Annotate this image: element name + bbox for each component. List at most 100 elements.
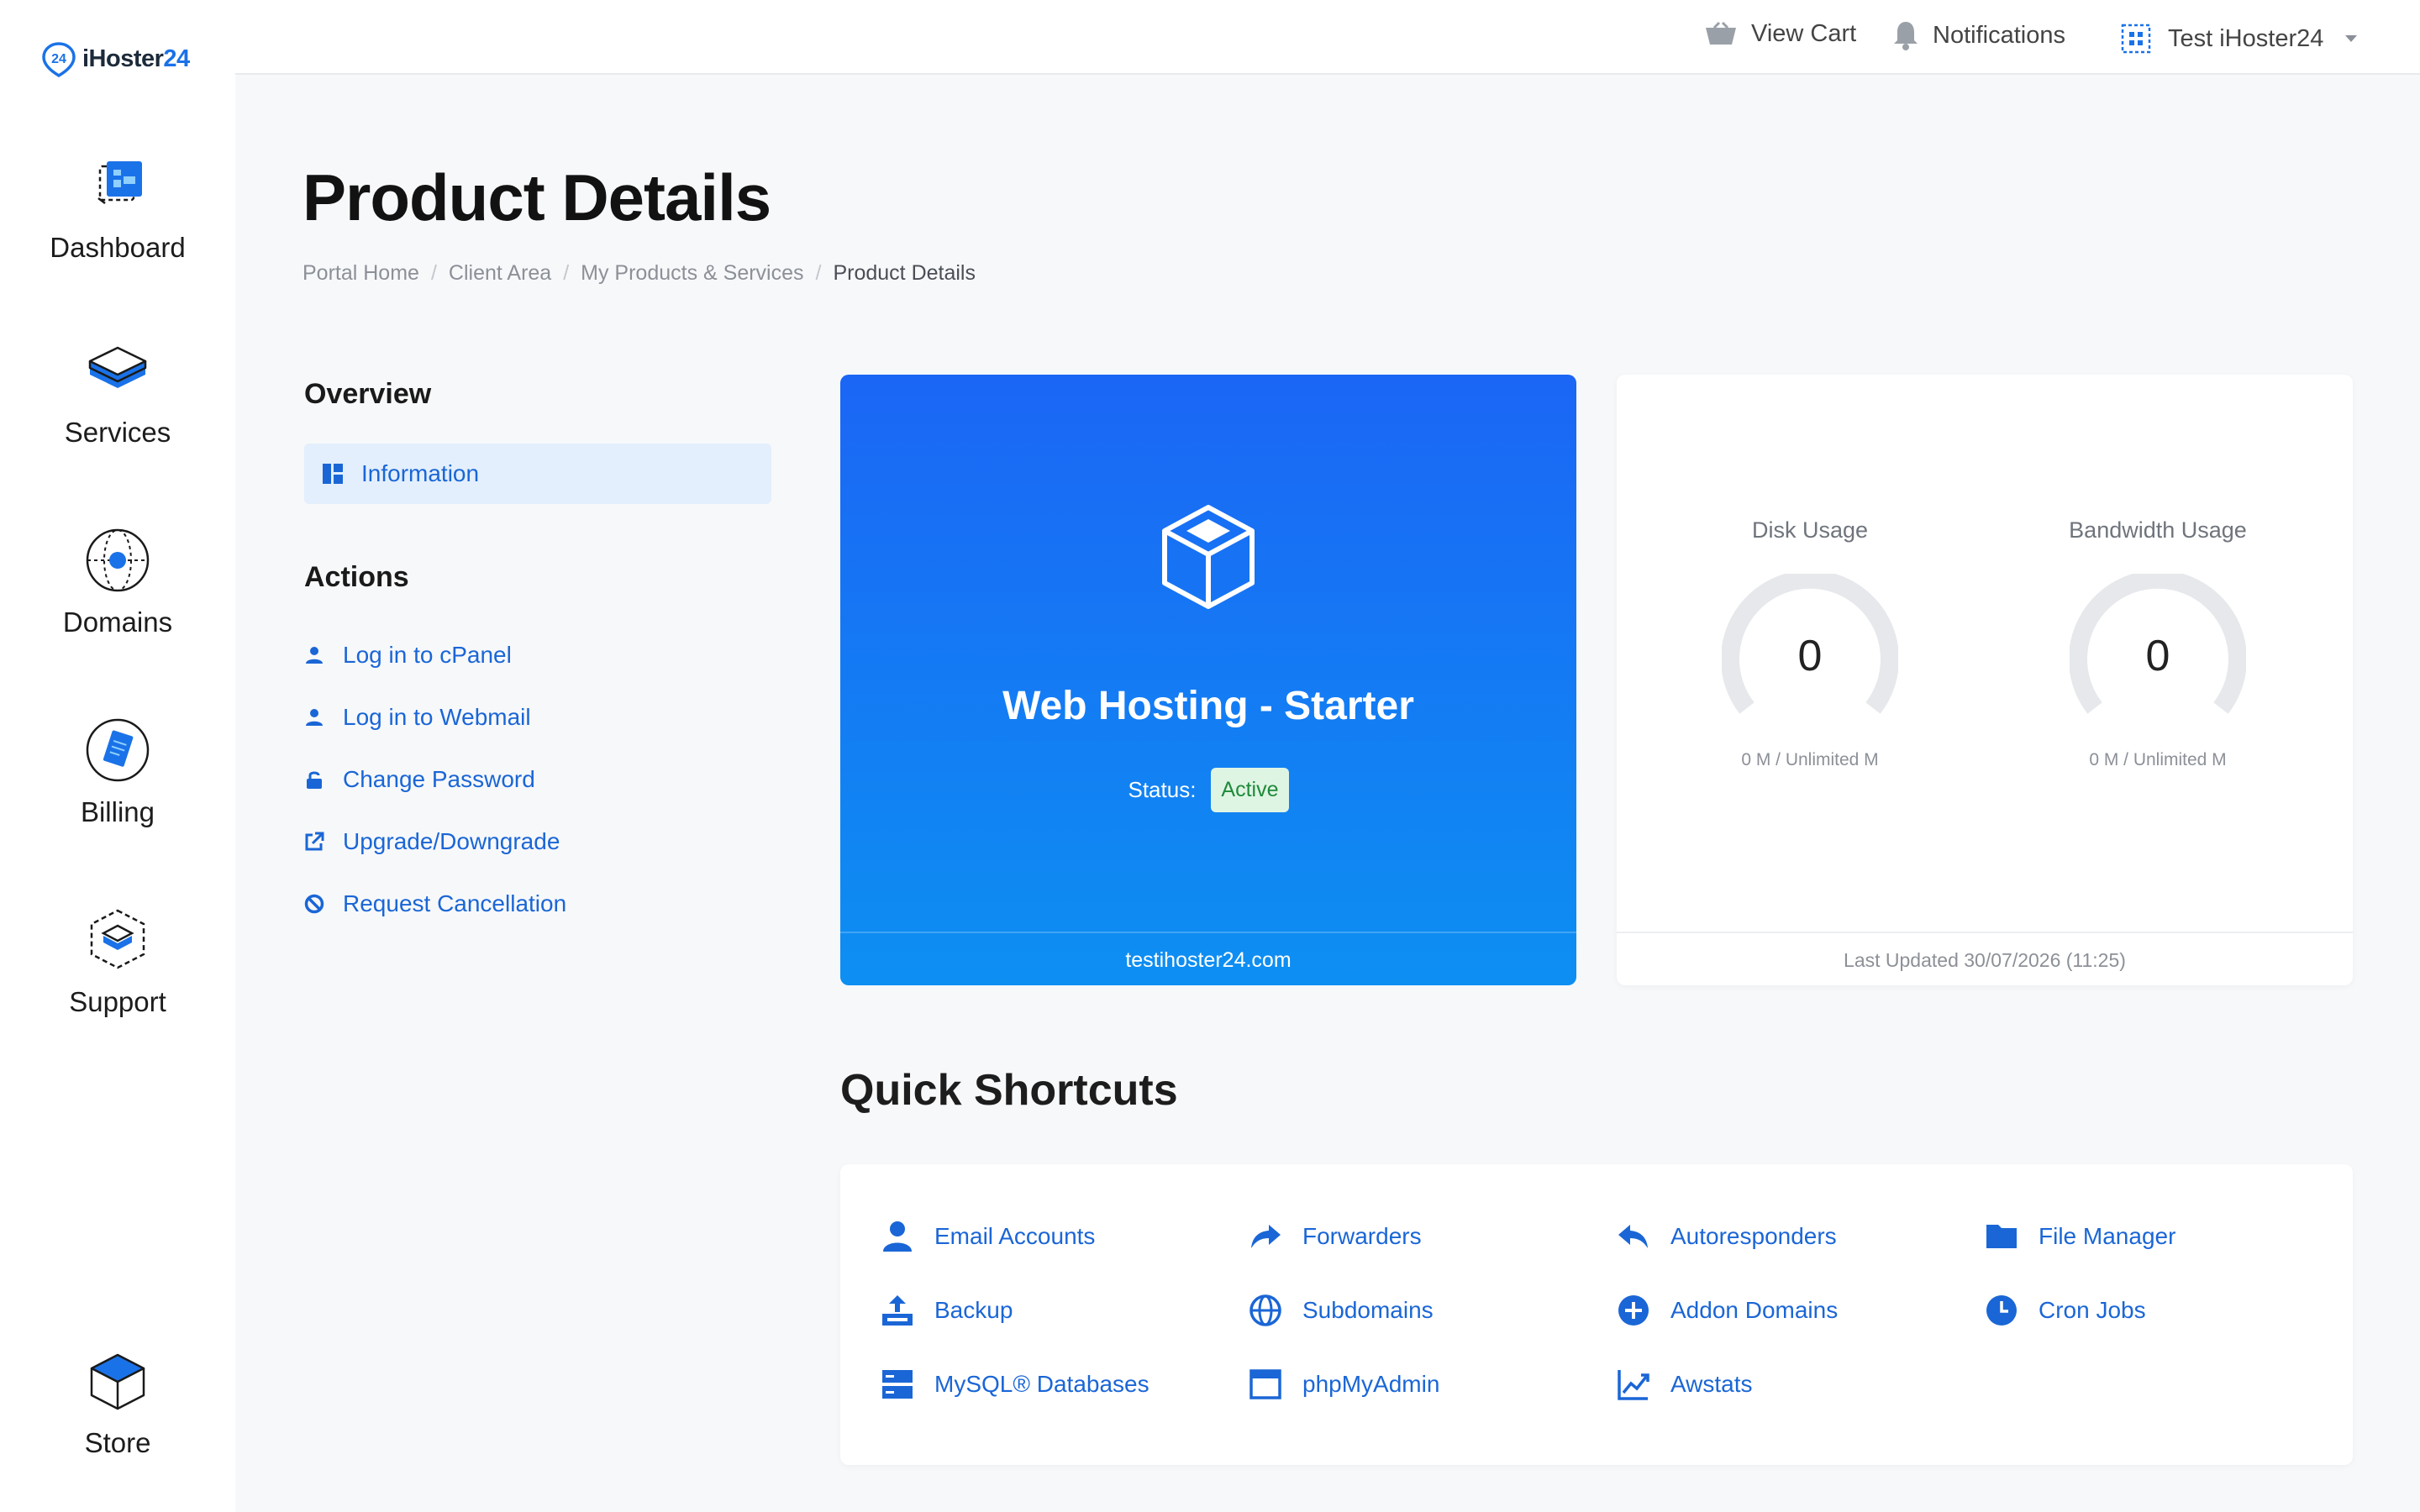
action-label: Upgrade/Downgrade [343, 828, 560, 854]
clock-icon [1986, 1295, 2017, 1326]
logo-mark-icon: 24 [42, 42, 76, 78]
sidebar: 24 iHoster24 Dashboard Services Domains … [0, 0, 235, 1512]
reply-icon [1618, 1225, 1648, 1248]
breadcrumb-portal-home[interactable]: Portal Home [302, 261, 419, 286]
last-updated: Last Updated 30/07/2026 (11:25) [1617, 932, 2353, 985]
sidebar-item-label: Services [64, 417, 171, 448]
breadcrumb-my-products[interactable]: My Products & Services [581, 261, 803, 286]
bandwidth-usage-detail: 0 M / Unlimited M [2089, 750, 2227, 769]
shortcut-subdomains[interactable]: Subdomains [1249, 1294, 1434, 1327]
user-name: Test iHoster24 [2168, 24, 2324, 52]
share-arrow-icon [1251, 1225, 1281, 1248]
support-icon [90, 909, 145, 969]
action-login-cpanel[interactable]: Log in to cPanel [304, 642, 512, 669]
breadcrumb: Portal Home / Client Area / My Products … [302, 261, 976, 286]
quick-shortcuts-panel: Email Accounts Forwarders Autoresponders… [840, 1164, 2353, 1465]
shortcut-label: Forwarders [1302, 1223, 1422, 1249]
shortcut-forwarders[interactable]: Forwarders [1249, 1220, 1422, 1253]
domains-icon [86, 528, 150, 592]
action-label: Log in to cPanel [343, 642, 512, 668]
quick-shortcuts-title: Quick Shortcuts [840, 1066, 1178, 1115]
sidebar-item-store[interactable]: Store [0, 1343, 235, 1459]
external-link-icon [305, 832, 324, 851]
breadcrumb-separator: / [815, 261, 822, 285]
cart-basket-icon [1706, 21, 1736, 45]
shortcut-autoresponders[interactable]: Autoresponders [1617, 1220, 1837, 1253]
user-icon [306, 647, 323, 664]
product-card: Web Hosting - Starter Status: Active tes… [840, 375, 1576, 985]
lock-icon [307, 771, 322, 789]
shortcut-mysql-databases[interactable]: MySQL® Databases [881, 1368, 1150, 1401]
product-cube-icon [1162, 505, 1255, 609]
overview-item-information[interactable]: Information [304, 444, 771, 504]
breadcrumb-client-area[interactable]: Client Area [449, 261, 551, 286]
view-cart-link[interactable]: View Cart [1704, 20, 1856, 48]
action-change-password[interactable]: Change Password [304, 766, 535, 793]
shortcut-label: Addon Domains [1670, 1297, 1839, 1323]
product-name: Web Hosting - Starter [1002, 684, 1414, 728]
bandwidth-usage: Bandwidth Usage 0 0 M / Unlimited M [2032, 517, 2284, 770]
action-label: Request Cancellation [343, 890, 567, 916]
sidebar-item-billing[interactable]: Billing [0, 712, 235, 828]
sidebar-item-label: Dashboard [50, 232, 186, 263]
layout-dashboard-icon [323, 464, 343, 484]
brand-logo[interactable]: 24 iHoster24 [39, 39, 190, 79]
shortcut-label: phpMyAdmin [1302, 1371, 1440, 1397]
shortcut-label: Cron Jobs [2039, 1297, 2146, 1323]
shortcut-label: Autoresponders [1670, 1223, 1837, 1249]
sidebar-item-support[interactable]: Support [0, 902, 235, 1018]
shortcut-email-accounts[interactable]: Email Accounts [881, 1220, 1095, 1253]
shortcut-label: Email Accounts [934, 1223, 1096, 1249]
action-request-cancellation[interactable]: Request Cancellation [304, 890, 566, 917]
shortcut-cron-jobs[interactable]: Cron Jobs [1985, 1294, 2146, 1327]
sidebar-item-label: Support [69, 986, 166, 1017]
billing-icon [86, 718, 150, 782]
disk-usage: Disk Usage 0 0 M / Unlimited M [1684, 517, 1936, 770]
sidebar-item-domains[interactable]: Domains [0, 522, 235, 638]
services-icon [88, 346, 147, 388]
shortcut-phpmyadmin[interactable]: phpMyAdmin [1249, 1368, 1439, 1401]
sidebar-item-dashboard[interactable]: Dashboard [0, 148, 235, 264]
overview-heading: Overview [304, 378, 432, 410]
brand-name: iHoster24 [82, 45, 190, 72]
shortcut-label: MySQL® Databases [934, 1371, 1150, 1397]
upload-tray-icon [882, 1295, 913, 1326]
dashboard-icon [97, 161, 142, 204]
plus-circle-icon [1618, 1295, 1649, 1326]
disk-usage-gauge: 0 [1721, 570, 1899, 725]
breadcrumb-separator: / [563, 261, 570, 285]
product-domain[interactable]: testihoster24.com [840, 932, 1576, 985]
folder-icon [1986, 1225, 2017, 1248]
page-title: Product Details [302, 160, 771, 234]
sidebar-item-label: Store [84, 1427, 151, 1458]
ban-icon [304, 894, 324, 914]
globe-icon [1249, 1294, 1281, 1326]
disk-usage-title: Disk Usage [1751, 517, 1869, 543]
window-icon [1249, 1369, 1281, 1399]
actions-heading: Actions [304, 561, 409, 593]
overview-item-label: Information [361, 460, 480, 486]
user-icon [883, 1221, 912, 1252]
shortcut-label: Awstats [1670, 1371, 1753, 1397]
bandwidth-usage-title: Bandwidth Usage [2069, 517, 2247, 543]
shortcut-addon-domains[interactable]: Addon Domains [1617, 1294, 1838, 1327]
disk-usage-value: 0 [1797, 632, 1823, 680]
disk-usage-detail: 0 M / Unlimited M [1741, 750, 1879, 769]
view-cart-label: View Cart [1751, 20, 1857, 47]
sidebar-item-services[interactable]: Services [0, 333, 235, 449]
action-upgrade-downgrade[interactable]: Upgrade/Downgrade [304, 828, 560, 855]
server-icon [882, 1370, 913, 1399]
bell-icon [1894, 22, 1918, 50]
sidebar-item-label: Domains [62, 606, 173, 638]
shortcut-backup[interactable]: Backup [881, 1294, 1013, 1327]
shortcut-label: Backup [934, 1297, 1013, 1323]
notifications-link[interactable]: Notifications [1892, 20, 2065, 50]
user-icon [306, 709, 323, 726]
action-login-webmail[interactable]: Log in to Webmail [304, 704, 531, 731]
user-menu[interactable]: Test iHoster24 [2118, 20, 2358, 57]
shortcut-file-manager[interactable]: File Manager [1985, 1220, 2175, 1253]
shortcut-awstats[interactable]: Awstats [1617, 1368, 1753, 1401]
store-icon [90, 1353, 145, 1410]
usage-card: Disk Usage 0 0 M / Unlimited M Bandwidth… [1617, 375, 2353, 985]
shortcut-label: Subdomains [1302, 1297, 1434, 1323]
